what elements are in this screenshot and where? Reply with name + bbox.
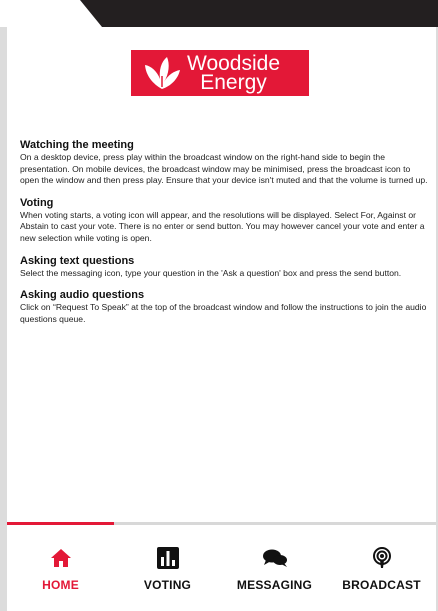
woodside-energy-logo: Woodside Energy bbox=[131, 50, 309, 96]
section-heading: Asking text questions bbox=[20, 254, 135, 267]
section-heading: Voting bbox=[20, 196, 54, 209]
top-bar-dark-band bbox=[80, 0, 438, 27]
section-audio-questions: Asking audio questions Click on “Request… bbox=[20, 289, 428, 325]
chat-bubbles-icon bbox=[262, 547, 288, 569]
logo-wordmark: Woodside Energy bbox=[187, 53, 280, 94]
nav-item-voting[interactable]: VOTING bbox=[114, 547, 221, 602]
nav-item-home[interactable]: HOME bbox=[7, 547, 114, 602]
nav-item-broadcast[interactable]: BROADCAST bbox=[328, 547, 435, 602]
section-voting: Voting When voting starts, a voting icon… bbox=[20, 197, 428, 245]
bar-chart-icon bbox=[156, 547, 179, 569]
home-icon bbox=[50, 547, 72, 569]
section-text-questions: Asking text questions Select the messagi… bbox=[20, 255, 428, 280]
section-watching: Watching the meeting On a desktop device… bbox=[20, 139, 428, 187]
nav-label: BROADCAST bbox=[342, 578, 421, 592]
instructions-content: Watching the meeting On a desktop device… bbox=[20, 139, 428, 335]
section-body: Click on “Request To Speak” at the top o… bbox=[20, 302, 427, 324]
nav-label: VOTING bbox=[143, 578, 192, 592]
woodside-leaf-icon bbox=[145, 57, 180, 89]
nav-label: HOME bbox=[42, 578, 79, 592]
section-heading: Asking audio questions bbox=[20, 289, 145, 302]
top-bar bbox=[0, 0, 438, 27]
logo-line-2: Energy bbox=[200, 71, 267, 94]
nav-active-indicator bbox=[7, 522, 114, 525]
nav-label: MESSAGING bbox=[236, 578, 313, 592]
bottom-nav: HOME VOTING MESSAGING BROADCAST bbox=[7, 522, 436, 611]
section-body: Select the messaging icon, type your que… bbox=[20, 267, 402, 278]
section-body: On a desktop device, press play within t… bbox=[20, 152, 428, 186]
podcast-icon bbox=[372, 547, 392, 569]
section-body: When voting starts, a voting icon will a… bbox=[20, 209, 425, 243]
nav-item-messaging[interactable]: MESSAGING bbox=[221, 547, 328, 602]
section-heading: Watching the meeting bbox=[20, 139, 134, 151]
